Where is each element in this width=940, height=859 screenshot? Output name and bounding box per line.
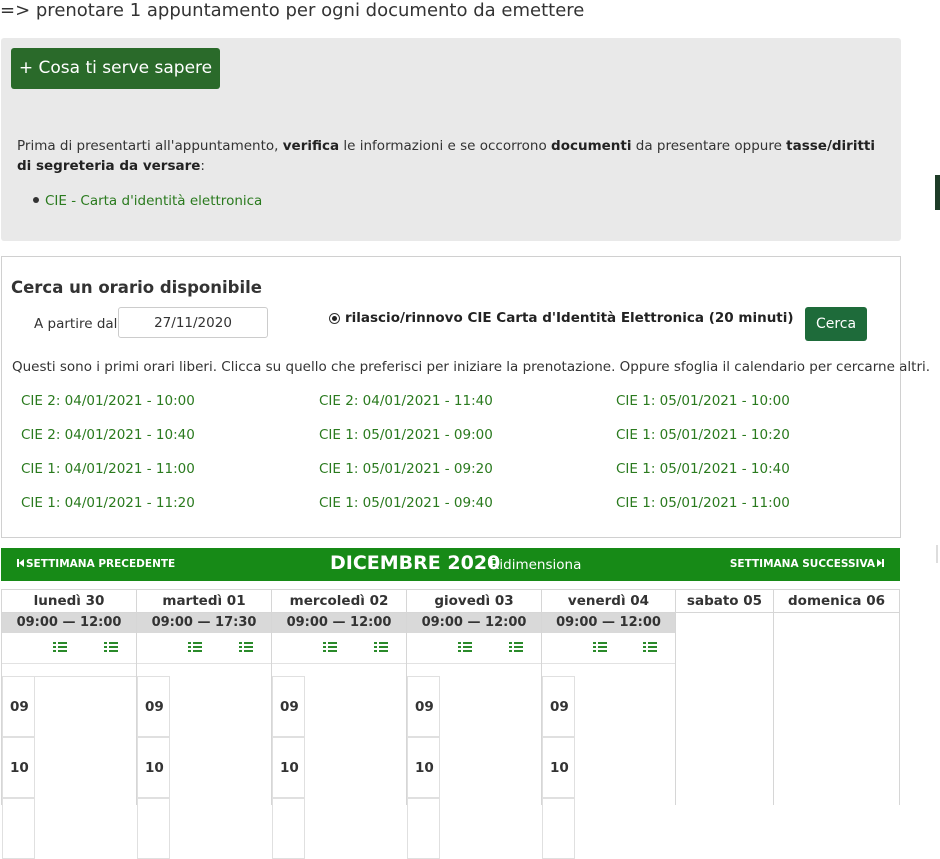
hour-label: 09 [2,676,35,737]
hour-cell-empty [542,798,575,859]
list-icon[interactable] [593,642,607,653]
slot-link[interactable]: CIE 1: 05/01/2021 - 10:40 [616,461,790,477]
day-name: domenica 06 [774,589,899,613]
day-name: mercoledì 02 [272,589,406,613]
day-grid: 09 10 [542,676,675,859]
hour-label: 09 [407,676,440,737]
day-name: lunedì 30 [2,589,136,613]
from-date-input[interactable] [118,307,268,338]
list-icon[interactable] [458,642,472,653]
day-name: giovedì 03 [407,589,541,613]
hour-cell-empty [137,798,170,859]
info-toggle-button[interactable]: + Cosa ti serve sapere [11,48,220,89]
radio-selected-icon[interactable] [329,312,340,324]
slot-link[interactable]: CIE 1: 05/01/2021 - 10:20 [616,427,790,443]
slot-link[interactable]: CIE 1: 05/01/2021 - 10:00 [616,393,790,409]
hour-label: 09 [272,676,305,737]
slot-link[interactable]: CIE 1: 05/01/2021 - 09:00 [319,427,493,443]
edge-marker-light [936,545,938,563]
hour-cell-empty [272,798,305,859]
list-icon[interactable] [188,642,202,653]
search-hint: Questi sono i primi orari liberi. Clicca… [12,359,931,375]
hour-cell-empty [2,798,35,859]
search-button[interactable]: Cerca [805,307,867,341]
list-icon[interactable] [374,642,388,653]
calendar-month: DICEMBRE 2020 [330,552,501,574]
day-grid: 09 10 [407,676,541,859]
service-option[interactable]: rilascio/rinnovo CIE Carta d'Identità El… [329,310,794,326]
doc-link[interactable]: CIE - Carta d'identità elettronica [33,193,262,209]
day-name: venerdì 04 [542,589,675,613]
day-column-friday: venerdì 04 09:00 — 12:00 09 10 [541,589,675,859]
slot-link[interactable]: CIE 1: 04/01/2021 - 11:00 [21,461,195,477]
next-week-button[interactable]: SETTIMANA SUCCESSIVA [730,558,884,570]
day-column-tuesday: martedì 01 09:00 — 17:30 09 10 [136,589,271,859]
slot-link[interactable]: CIE 1: 04/01/2021 - 11:20 [21,495,195,511]
hour-label: 10 [272,737,305,798]
info-text: Prima di presentarti all'appuntamento, v… [17,138,876,174]
opening-hours: 09:00 — 12:00 [407,613,541,633]
search-title: Cerca un orario disponibile [11,278,262,297]
slot-link[interactable]: CIE 2: 04/01/2021 - 10:40 [21,427,195,443]
day-column-sunday: domenica 06 [773,589,900,805]
list-icon[interactable] [53,642,67,653]
day-column-wednesday: mercoledì 02 09:00 — 12:00 09 10 [271,589,406,859]
list-icon[interactable] [643,642,657,653]
day-name: sabato 05 [676,589,773,613]
opening-hours: 09:00 — 12:00 [272,613,406,633]
day-name: martedì 01 [137,589,271,613]
hour-label: 10 [137,737,170,798]
day-grid: 09 10 [137,676,271,859]
calendar-header: SETTIMANA PRECEDENTE DICEMBRE 2020 Ridim… [1,548,900,581]
bullet-icon [33,197,39,203]
hour-label: 09 [137,676,170,737]
list-icon[interactable] [104,642,118,653]
list-icon[interactable] [509,642,523,653]
slot-link[interactable]: CIE 1: 05/01/2021 - 09:40 [319,495,493,511]
hour-label: 09 [542,676,575,737]
day-grid: 09 10 [272,676,406,859]
slot-link[interactable]: CIE 1: 05/01/2021 - 09:20 [319,461,493,477]
opening-hours: 09:00 — 12:00 [542,613,675,633]
day-column-monday: lunedì 30 09:00 — 12:00 09 10 [1,589,136,859]
edge-marker [935,175,940,210]
hour-label: 10 [2,737,35,798]
slot-link[interactable]: CIE 2: 04/01/2021 - 11:40 [319,393,493,409]
opening-hours: 09:00 — 12:00 [2,613,136,633]
hour-cell-empty [407,798,440,859]
prev-week-button[interactable]: SETTIMANA PRECEDENTE [17,558,175,570]
intro-line: => prenotare 1 appuntamento per ogni doc… [0,0,585,21]
day-column-thursday: giovedì 03 09:00 — 12:00 09 10 [406,589,541,859]
opening-hours: 09:00 — 17:30 [137,613,271,633]
last-page-icon [882,559,884,567]
list-icon[interactable] [323,642,337,653]
slot-link[interactable]: CIE 2: 04/01/2021 - 10:00 [21,393,195,409]
resize-link[interactable]: Ridimensiona [490,557,581,573]
from-date-label: A partire dal: [34,316,122,332]
list-icon[interactable] [239,642,253,653]
slot-link[interactable]: CIE 1: 05/01/2021 - 11:00 [616,495,790,511]
day-column-saturday: sabato 05 [675,589,773,805]
hour-label: 10 [542,737,575,798]
day-grid: 09 10 [2,676,136,859]
hour-label: 10 [407,737,440,798]
